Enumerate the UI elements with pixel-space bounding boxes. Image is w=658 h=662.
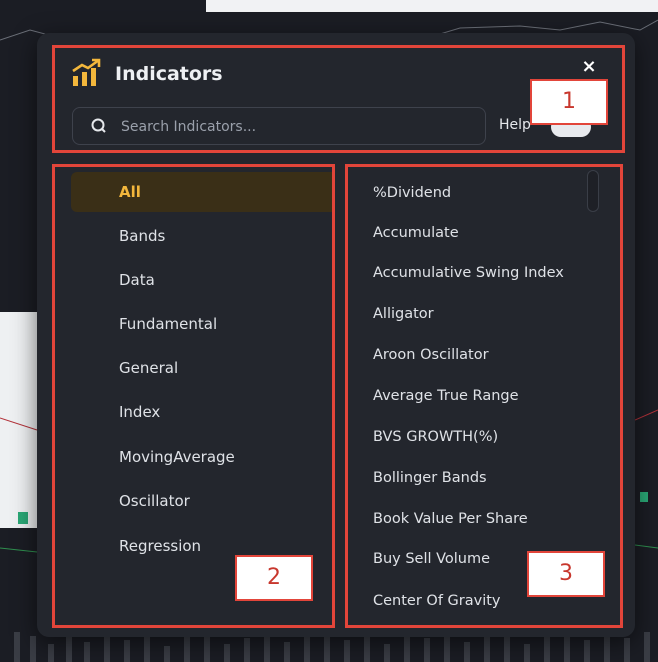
annotation-label-3: 3 xyxy=(527,551,605,597)
annotation-label-1: 1 xyxy=(530,79,608,125)
annotation-label-2: 2 xyxy=(235,555,313,601)
